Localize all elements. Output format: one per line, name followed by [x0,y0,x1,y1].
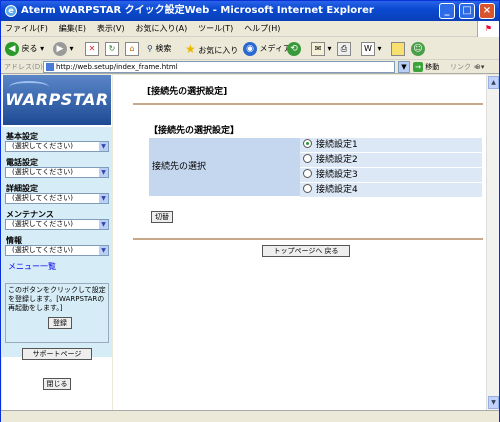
main-frame: [接続先の選択設定] 【接続先の選択設定】 接続先の選択 接続設定1 接続設定2… [113,75,486,410]
menu-edit[interactable]: 編集(E) [55,21,90,37]
address-bar: アドレス(D) http://web.setup/index_frame.htm… [1,60,499,74]
home-button[interactable]: ⌂ [125,40,139,58]
print-button[interactable]: ⎙ [337,40,351,58]
radio-option-2[interactable]: 接続設定2 [300,153,482,167]
toolbar-extra-button[interactable]: ⊛▾ [475,60,484,74]
toolbar: ◀ 戻る ▾ ▶ ▾ ✕ ↻ ⌂ ⚲ 検索 ★ お気に入り ◉ メディア ⟲ ✉… [1,38,499,60]
messenger-button[interactable]: ☺ [411,40,425,58]
mail-button[interactable]: ✉ ▾ [311,40,332,58]
radio-option-4[interactable]: 接続設定4 [300,183,482,197]
stop-icon: ✕ [85,41,99,56]
address-input[interactable]: http://web.setup/index_frame.html [43,61,395,73]
menu-list-link[interactable]: メニュー一覧 [8,261,56,272]
folder-icon [391,41,405,56]
back-arrow-icon: ◀ [5,41,19,56]
search-button[interactable]: ⚲ 検索 [147,40,171,58]
logo-swoosh-icon [9,81,49,93]
menu-view[interactable]: 表示(V) [93,21,129,37]
phone-settings-select[interactable]: (選択してください) ▼ [5,167,109,178]
refresh-icon: ↻ [105,41,119,56]
refresh-button[interactable]: ↻ [105,40,119,58]
messenger-icon: ☺ [411,41,425,56]
chevron-down-icon: ▼ [99,168,108,177]
register-button[interactable]: 登録 [48,317,72,329]
left-frame: WARPSTAR 基本設定 (選択してください) ▼ 電話設定 (選択してくださ… [2,75,112,410]
support-page-button[interactable]: サポートページ [22,348,92,360]
chevron-down-icon: ▼ [99,220,108,229]
links-button[interactable]: リンク » [450,60,478,74]
discuss-button[interactable] [391,40,405,58]
basic-settings-select[interactable]: (選択してください) ▼ [5,141,109,152]
search-icon: ⚲ [147,44,153,53]
stop-button[interactable]: ✕ [85,40,99,58]
chevron-down-icon: ▼ [99,194,108,203]
forward-button[interactable]: ▶ ▾ [53,40,74,58]
browser-window: e Aterm WARPSTAR クイック設定Web - Microsoft I… [0,0,500,422]
radio-button[interactable] [303,184,312,193]
page-icon [46,63,54,71]
divider [133,103,483,105]
close-frame-button[interactable]: 閉じる [43,378,71,390]
warpstar-logo: WARPSTAR [3,75,111,125]
connection-select-label: 接続先の選択 [149,138,300,196]
media-icon: ◉ [243,41,257,56]
media-button[interactable]: ◉ メディア [243,40,291,58]
menu-file[interactable]: ファイル(F) [1,21,52,37]
history-icon: ⟲ [287,41,301,56]
back-button[interactable]: ◀ 戻る ▾ [5,40,44,58]
favorites-button[interactable]: ★ お気に入り [185,40,238,58]
menu-tools[interactable]: ツール(T) [194,21,237,37]
switch-button[interactable]: 切替 [151,211,173,223]
ie-logo-icon: e [5,5,17,17]
edit-page-icon: W [361,41,375,56]
go-arrow-icon: → [413,62,423,72]
address-url: http://web.setup/index_frame.html [56,63,178,71]
address-dropdown-button[interactable]: ▼ [398,61,410,73]
close-button[interactable]: × [479,3,495,19]
windows-flag-icon: ⚑ [477,21,499,37]
menu-help[interactable]: ヘルプ(H) [240,21,284,37]
edit-button[interactable]: W ▾ [361,40,382,58]
radio-button[interactable] [303,154,312,163]
radio-button-selected[interactable] [303,139,312,148]
forward-arrow-icon: ▶ [53,41,67,56]
info-select[interactable]: (選択してください) ▼ [5,245,109,256]
maximize-button[interactable]: □ [459,3,475,19]
menu-favorites[interactable]: お気に入り(A) [131,21,191,37]
go-button[interactable]: → 移動 [413,60,439,74]
radio-option-1[interactable]: 接続設定1 [300,138,482,152]
section-title: 【接続先の選択設定】 [149,126,240,136]
window-title: Aterm WARPSTAR クイック設定Web - Microsoft Int… [21,5,374,16]
register-note-box: このボタンをクリックして設定を登録します。[WARPSTARの再起動をします。]… [5,283,109,343]
advanced-settings-select[interactable]: (選択してください) ▼ [5,193,109,204]
home-icon: ⌂ [125,41,139,56]
print-icon: ⎙ [337,41,351,56]
chevron-down-icon: ▼ [99,246,108,255]
menu-bar: ファイル(F) 編集(E) 表示(V) お気に入り(A) ツール(T) ヘルプ(… [1,21,499,37]
radio-option-3[interactable]: 接続設定3 [300,168,482,182]
address-label: アドレス(D) [4,63,43,71]
vertical-scrollbar[interactable]: ▲ ▼ [486,75,499,410]
back-to-top-button[interactable]: トップページへ 戻る [262,245,350,257]
title-bar: e Aterm WARPSTAR クイック設定Web - Microsoft I… [1,1,499,21]
page-title: [接続先の選択設定] [147,87,228,97]
mail-icon: ✉ [311,41,325,56]
status-bar [1,410,499,422]
scroll-up-icon[interactable]: ▲ [488,76,499,89]
minimize-button[interactable]: _ [439,3,455,19]
history-button[interactable]: ⟲ [287,40,301,58]
scroll-down-icon[interactable]: ▼ [488,396,499,409]
divider [133,238,483,240]
favorites-star-icon: ★ [185,42,196,56]
radio-button[interactable] [303,169,312,178]
maintenance-select[interactable]: (選択してください) ▼ [5,219,109,230]
chevron-down-icon: ▼ [99,142,108,151]
register-note-text: このボタンをクリックして設定を登録します。[WARPSTARの再起動をします。] [8,286,106,312]
